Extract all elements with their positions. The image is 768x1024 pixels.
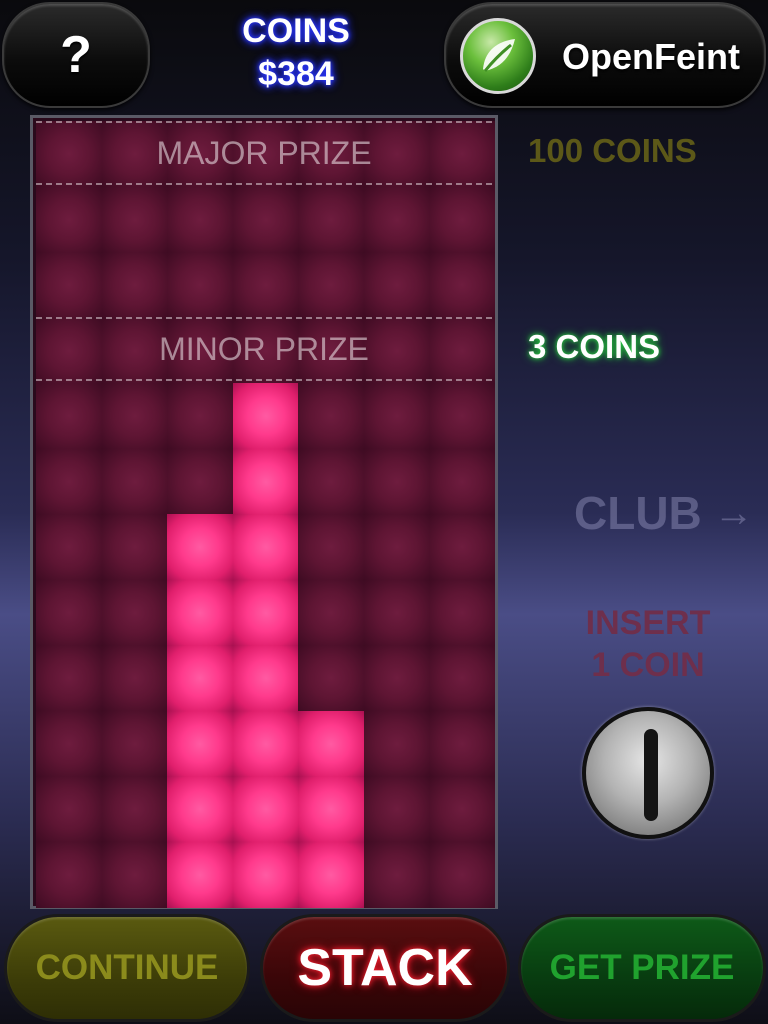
insert-coin-text: INSERT 1 COIN xyxy=(560,602,736,686)
board-cell xyxy=(429,579,495,646)
board-cell xyxy=(429,186,495,253)
openfeint-button[interactable]: OpenFeint xyxy=(444,2,766,108)
board-cell xyxy=(36,448,102,515)
board-cell xyxy=(363,252,430,318)
lit-cell xyxy=(232,776,299,842)
board-cell xyxy=(101,645,168,711)
board-cell xyxy=(429,841,495,908)
coins-label: COINS xyxy=(242,12,350,50)
lit-cell xyxy=(232,383,299,449)
help-button[interactable]: ? xyxy=(2,2,150,108)
board-cell xyxy=(429,448,495,515)
board-cell xyxy=(101,776,168,842)
board-cell xyxy=(167,186,233,253)
lit-cell xyxy=(298,776,364,842)
lit-cell xyxy=(167,645,233,711)
board-cell xyxy=(298,645,364,711)
board-cell xyxy=(363,776,430,842)
board-cell xyxy=(36,841,102,908)
major-prize-label: MAJOR PRIZE xyxy=(156,134,372,171)
board-cell xyxy=(101,186,168,253)
board-cell xyxy=(36,645,102,711)
board-cell xyxy=(232,252,299,318)
board-cell xyxy=(298,579,364,646)
board-cell xyxy=(101,448,168,515)
club-link[interactable]: CLUB → xyxy=(574,486,754,540)
board-cell xyxy=(429,383,495,449)
board-cell xyxy=(101,579,168,646)
coins-display: COINS $384 xyxy=(196,10,396,96)
board-cell xyxy=(298,186,364,253)
get-prize-label: GET PRIZE xyxy=(549,948,735,987)
board-cell xyxy=(429,252,495,318)
insert-line-1: INSERT xyxy=(585,604,711,642)
board-cell xyxy=(363,841,430,908)
board-cell xyxy=(298,252,364,318)
stack-button[interactable]: STACK xyxy=(260,914,510,1022)
major-prize-coins: 100 COINS xyxy=(528,132,697,169)
lit-cell xyxy=(167,710,233,777)
board-cell xyxy=(101,252,168,318)
board-cell xyxy=(298,514,364,580)
board-cell xyxy=(36,186,102,253)
board-cell xyxy=(167,383,233,449)
board-cell xyxy=(429,514,495,580)
board-cell xyxy=(36,252,102,318)
lit-cell xyxy=(298,710,364,777)
arrow-right-icon: → xyxy=(713,490,754,535)
board-cell xyxy=(363,383,430,449)
get-prize-button[interactable]: GET PRIZE xyxy=(518,914,766,1022)
coin-slot-icon xyxy=(644,729,658,821)
board-cell xyxy=(101,841,168,908)
major-prize-zone: MAJOR PRIZE xyxy=(36,121,492,185)
board-cell xyxy=(363,579,430,646)
openfeint-label: OpenFeint xyxy=(562,36,740,77)
lit-cell xyxy=(232,645,299,711)
coins-value: $384 xyxy=(258,55,334,93)
board-cell xyxy=(36,710,102,777)
board-cell xyxy=(167,252,233,318)
board-cell xyxy=(429,710,495,777)
board-cell xyxy=(36,383,102,449)
board-cell xyxy=(101,383,168,449)
board-cell xyxy=(429,776,495,842)
board-cell xyxy=(167,448,233,515)
board-cell xyxy=(298,383,364,449)
board-cell xyxy=(363,710,430,777)
lit-cell xyxy=(167,514,233,580)
coin-slot-knob[interactable] xyxy=(582,707,714,839)
stack-label: STACK xyxy=(297,939,473,997)
minor-prize-zone: MINOR PRIZE xyxy=(36,317,492,381)
board-cell xyxy=(36,776,102,842)
insert-line-2: 1 COIN xyxy=(591,646,705,684)
continue-label: CONTINUE xyxy=(35,948,219,987)
board-cell xyxy=(298,448,364,515)
lit-cell xyxy=(232,841,299,908)
minor-prize-coins: 3 COINS xyxy=(528,328,661,365)
board-cell xyxy=(36,514,102,580)
board-cell xyxy=(429,645,495,711)
lit-cell xyxy=(167,776,233,842)
board-cell xyxy=(232,186,299,253)
board-cell xyxy=(101,710,168,777)
continue-button[interactable]: CONTINUE xyxy=(4,914,250,1022)
board-cell xyxy=(36,579,102,646)
lit-cell xyxy=(232,448,299,515)
lit-cell xyxy=(232,710,299,777)
lit-cell xyxy=(298,841,364,908)
lit-cell xyxy=(167,841,233,908)
minor-prize-label: MINOR PRIZE xyxy=(159,330,369,367)
board-cell xyxy=(363,514,430,580)
help-label: ? xyxy=(60,26,92,84)
openfeint-leaf-icon xyxy=(460,18,536,94)
board-cell xyxy=(363,186,430,253)
lit-cell xyxy=(232,514,299,580)
club-label: CLUB xyxy=(574,487,702,539)
board-cell xyxy=(363,645,430,711)
lit-cell xyxy=(167,579,233,646)
board-cell xyxy=(363,448,430,515)
board-cell xyxy=(101,514,168,580)
lit-cell xyxy=(232,579,299,646)
stacker-board[interactable]: MAJOR PRIZE MINOR PRIZE xyxy=(30,115,498,909)
